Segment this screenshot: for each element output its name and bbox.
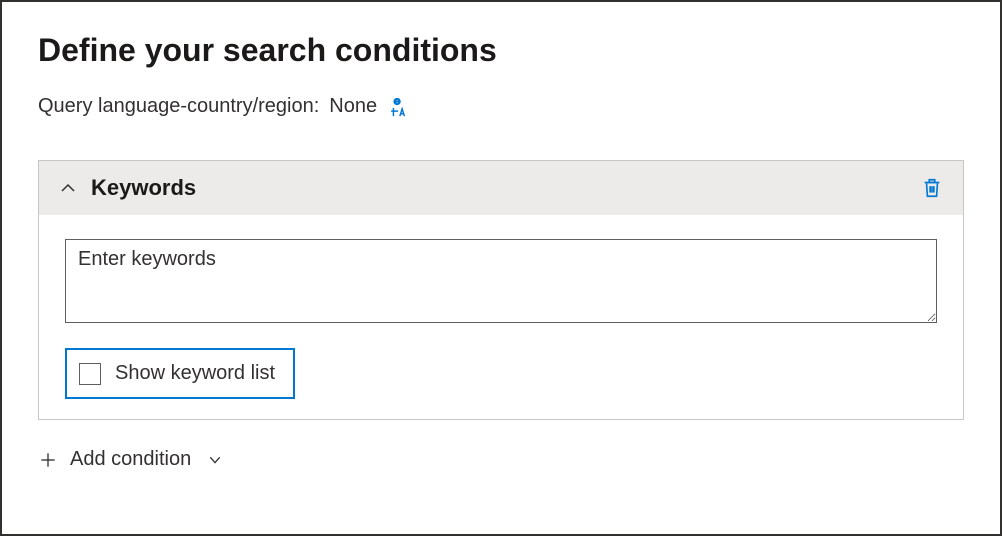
page-title: Define your search conditions [38, 32, 964, 69]
query-language-row: Query language-country/region: None [38, 95, 964, 118]
keywords-input[interactable] [65, 239, 937, 323]
keywords-panel: Keywords Show keyword list [38, 160, 964, 420]
query-language-label: Query language-country/region: [38, 95, 319, 118]
show-keyword-list-label: Show keyword list [115, 362, 275, 385]
plus-icon [38, 450, 58, 470]
chevron-down-icon [207, 452, 223, 468]
keywords-panel-header: Keywords [39, 161, 963, 215]
keywords-panel-body: Show keyword list [39, 215, 963, 419]
query-language-value: None [329, 95, 377, 118]
show-keyword-list-checkbox[interactable] [79, 363, 101, 385]
keywords-header-left: Keywords [59, 175, 196, 201]
add-condition-button[interactable]: Add condition [38, 448, 223, 471]
translate-icon[interactable] [387, 96, 409, 118]
keywords-panel-title: Keywords [91, 175, 196, 201]
trash-icon[interactable] [921, 177, 943, 199]
chevron-up-icon[interactable] [59, 179, 77, 197]
show-keyword-list-group: Show keyword list [65, 348, 295, 399]
add-condition-label: Add condition [70, 448, 191, 471]
